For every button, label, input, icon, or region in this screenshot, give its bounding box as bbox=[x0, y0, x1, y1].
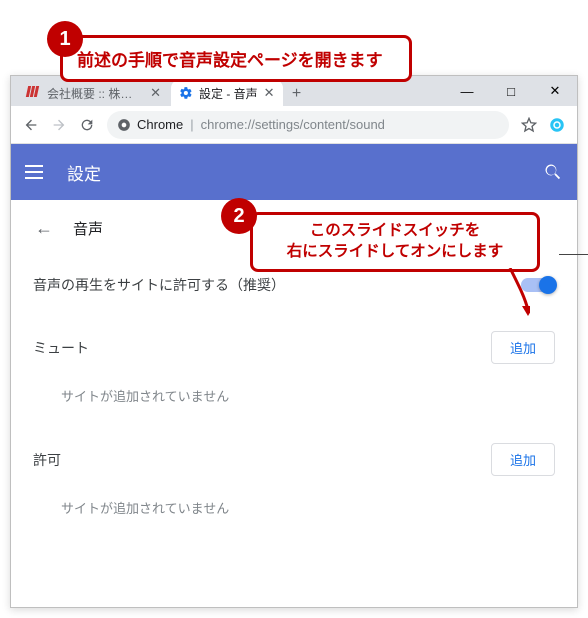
search-icon[interactable] bbox=[543, 162, 563, 182]
omnibox-separator: | bbox=[190, 117, 193, 132]
settings-header: 設定 bbox=[11, 144, 577, 200]
tab-inactive[interactable]: 会社概要 :: 株式会社… ✕ bbox=[19, 80, 169, 106]
omnibox-path: chrome://settings/content/sound bbox=[201, 117, 385, 132]
tab-favicon-company bbox=[27, 86, 41, 100]
allow-group-header: 許可 追加 bbox=[33, 425, 555, 482]
allow-sound-label: 音声の再生をサイトに許可する（推奨） bbox=[33, 275, 285, 295]
address-bar: Chrome | chrome://settings/content/sound bbox=[11, 106, 577, 144]
tab-active[interactable]: 設定 - 音声 ✕ bbox=[171, 80, 283, 106]
forward-button[interactable] bbox=[45, 111, 73, 139]
reload-button[interactable] bbox=[73, 111, 101, 139]
allow-title: 許可 bbox=[33, 450, 61, 470]
allow-empty-text: サイトが追加されていません bbox=[33, 482, 555, 537]
extension-icon[interactable] bbox=[543, 111, 571, 139]
toggle-knob bbox=[539, 276, 557, 294]
section-title: 音声 bbox=[73, 218, 103, 239]
settings-header-title: 設定 bbox=[67, 160, 101, 185]
allow-add-button[interactable]: 追加 bbox=[491, 443, 555, 476]
callout-2-badge: 2 bbox=[221, 198, 257, 234]
omnibox[interactable]: Chrome | chrome://settings/content/sound bbox=[107, 111, 509, 139]
callout-1-badge: 1 bbox=[47, 21, 83, 57]
window-controls: — □ ✕ bbox=[445, 76, 577, 106]
tab-title-active: 設定 - 音声 bbox=[199, 85, 258, 102]
gear-icon bbox=[179, 86, 193, 100]
tab-title-inactive: 会社概要 :: 株式会社… bbox=[47, 85, 144, 102]
close-window-button[interactable]: ✕ bbox=[533, 76, 577, 106]
mute-empty-text: サイトが追加されていません bbox=[33, 370, 555, 425]
omnibox-host: Chrome bbox=[137, 117, 183, 132]
callout-1: 前述の手順で音声設定ページを開きます bbox=[60, 35, 412, 82]
back-button[interactable] bbox=[17, 111, 45, 139]
callout-2: このスライドスイッチを 右にスライドしてオンにします bbox=[250, 212, 540, 272]
mute-group-header: ミュート 追加 bbox=[33, 313, 555, 370]
maximize-button[interactable]: □ bbox=[489, 76, 533, 106]
bookmark-star-icon[interactable] bbox=[515, 111, 543, 139]
hamburger-menu-icon[interactable] bbox=[25, 165, 49, 179]
callout-2-line1: このスライドスイッチを bbox=[265, 221, 525, 242]
callout-2-box: このスライドスイッチを 右にスライドしてオンにします bbox=[250, 212, 540, 272]
divider bbox=[559, 254, 588, 255]
callout-2-arrow-icon bbox=[250, 268, 530, 318]
callout-1-text: 前述の手順で音声設定ページを開きます bbox=[60, 35, 412, 82]
new-tab-button[interactable]: + bbox=[285, 82, 309, 106]
tab-close-active[interactable]: ✕ bbox=[264, 85, 275, 101]
mute-add-button[interactable]: 追加 bbox=[491, 331, 555, 364]
browser-window: 会社概要 :: 株式会社… ✕ 設定 - 音声 ✕ + — □ ✕ bbox=[10, 75, 578, 608]
chrome-icon bbox=[117, 118, 131, 132]
mute-title: ミュート bbox=[33, 338, 89, 358]
section-back-arrow-icon[interactable]: ← bbox=[35, 218, 53, 239]
tab-close-inactive[interactable]: ✕ bbox=[150, 85, 161, 101]
callout-2-line2: 右にスライドしてオンにします bbox=[265, 242, 525, 263]
minimize-button[interactable]: — bbox=[445, 76, 489, 106]
